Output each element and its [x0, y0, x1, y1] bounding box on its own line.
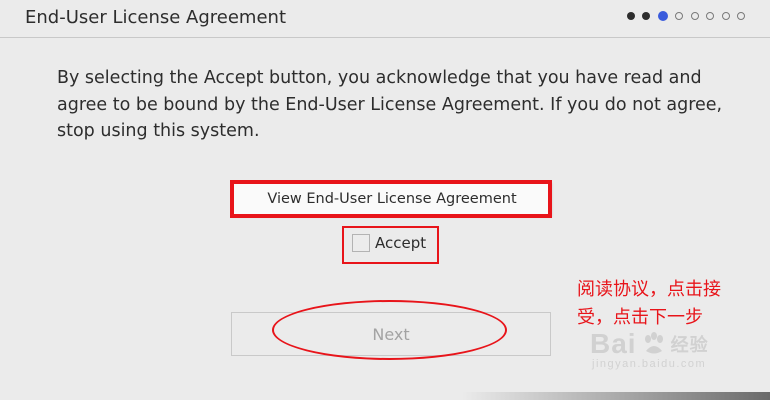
- progress-dot-1: [626, 12, 635, 20]
- next-button[interactable]: Next: [231, 312, 551, 356]
- watermark-url: jingyan.baidu.com: [592, 358, 707, 370]
- bottom-edge-shadow: [0, 392, 770, 400]
- accept-label: Accept: [375, 234, 427, 252]
- accept-checkbox[interactable]: [352, 234, 370, 252]
- progress-dot-6: [706, 12, 714, 20]
- progress-dot-2: [642, 12, 650, 20]
- instruction-annotation: 阅读协议，点击接受，点击下一步: [577, 279, 721, 328]
- baidu-jingyan-watermark: Bai 经验 jingyan.baidu.com: [590, 328, 760, 383]
- accept-checkbox-row[interactable]: Accept: [352, 232, 426, 254]
- progress-dot-5: [690, 12, 699, 20]
- watermark-brand: Bai: [590, 328, 637, 359]
- license-message: By selecting the Accept button, you ackn…: [57, 68, 723, 141]
- progress-dot-8: [737, 12, 745, 20]
- progress-dot-7: [721, 12, 730, 20]
- header-bar: End-User License Agreement: [0, 0, 770, 38]
- paw-icon: [644, 332, 663, 354]
- view-eula-button[interactable]: View End-User License Agreement: [232, 182, 552, 216]
- progress-dot-3-current: [657, 11, 668, 21]
- progress-dot-4: [675, 12, 683, 20]
- page-title: End-User License Agreement: [25, 7, 286, 28]
- progress-dots: [626, 11, 745, 21]
- watermark-brand-2: 经验: [670, 335, 709, 355]
